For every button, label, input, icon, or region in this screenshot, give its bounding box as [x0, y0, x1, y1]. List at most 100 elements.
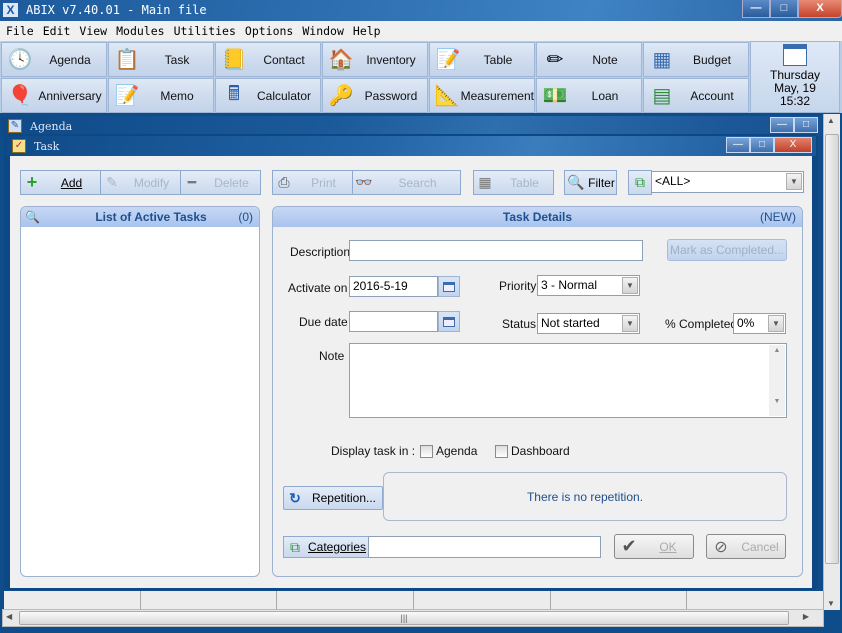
percent-completed-label: % Completed	[665, 317, 738, 331]
filter-magnifier-icon: 🔍	[567, 174, 585, 190]
close-button[interactable]: X	[798, 0, 842, 18]
category-filter-select[interactable]: <ALL> ▼	[651, 171, 804, 193]
module-measurement[interactable]: 📐 Measurement	[429, 78, 535, 113]
scroll-down-arrow-icon[interactable]: ▼	[827, 599, 835, 608]
module-agenda[interactable]: 🕓 Agenda	[1, 42, 107, 77]
chevron-down-icon[interactable]: ▼	[786, 173, 802, 190]
app-icon: X	[3, 3, 18, 17]
status-select[interactable]: Not started ▼	[537, 313, 640, 334]
scroll-left-arrow-icon[interactable]: ◀	[6, 612, 12, 621]
scroll-right-arrow-icon[interactable]: ▶	[803, 612, 809, 621]
task-minimize-button[interactable]: —	[726, 137, 750, 153]
ruler-pencil-icon: 📐	[434, 85, 460, 107]
table-grid-icon: ▦	[478, 174, 492, 190]
percent-completed-select[interactable]: 0% ▼	[733, 313, 786, 334]
menu-window[interactable]: Window	[302, 24, 344, 38]
calendar-icon	[443, 316, 455, 327]
menu-modules[interactable]: Modules	[116, 24, 164, 38]
module-budget[interactable]: ▦ Budget	[643, 42, 749, 77]
add-button[interactable]: + Add	[20, 170, 101, 195]
task-window-titlebar[interactable]: ✓ Task — □ X	[6, 136, 816, 156]
module-note[interactable]: ✏ Note	[536, 42, 642, 77]
module-memo[interactable]: 📝 Memo	[108, 78, 214, 113]
calculator-icon: 🖩	[228, 82, 240, 105]
note-scrollbar[interactable]: ▲ ▼	[769, 345, 785, 416]
modify-button[interactable]: ✎ Modify	[100, 170, 181, 195]
task-close-button[interactable]: X	[774, 137, 812, 153]
date-time: 15:32	[779, 94, 811, 108]
module-anniversary[interactable]: 🎈 Anniversary	[1, 78, 107, 113]
module-table[interactable]: 📝 Table	[429, 42, 535, 77]
module-password[interactable]: 🔑 Password	[322, 78, 428, 113]
menu-help[interactable]: Help	[353, 24, 381, 38]
due-date-picker-button[interactable]	[438, 311, 460, 332]
priority-label: Priority	[499, 279, 537, 293]
menu-edit[interactable]: Edit	[43, 24, 71, 38]
scroll-down-arrow-icon[interactable]: ▼	[769, 398, 785, 405]
category-tree-icon: ⧉	[635, 174, 645, 190]
repetition-summary: There is no repetition.	[383, 472, 787, 521]
agenda-minimize-button[interactable]: —	[770, 117, 794, 133]
menu-file[interactable]: File	[6, 24, 34, 38]
agenda-window-titlebar[interactable]: ✎ Agenda — □	[2, 116, 822, 136]
note-textarea[interactable]	[349, 343, 787, 418]
horizontal-scrollbar[interactable]: ◀ ||| ▶	[2, 609, 824, 627]
password-key-icon: 🔑	[328, 85, 354, 107]
task-list[interactable]	[21, 227, 259, 576]
house-icon: 🏠	[328, 49, 354, 71]
description-input[interactable]	[349, 240, 643, 261]
filter-button[interactable]: 🔍 Filter	[564, 170, 617, 195]
repetition-button[interactable]: ↻ Repetition...	[283, 486, 383, 510]
delete-button[interactable]: ━ Delete	[180, 170, 261, 195]
horizontal-scroll-thumb[interactable]: |||	[19, 611, 789, 625]
vertical-scroll-thumb[interactable]	[825, 134, 839, 564]
mark-completed-button[interactable]: Mark as Completed...	[667, 239, 787, 261]
checkmark-icon: ✔	[621, 536, 637, 556]
module-calculator[interactable]: 🖩 Calculator	[215, 78, 321, 113]
display-agenda-checkbox[interactable]	[420, 445, 433, 458]
print-button[interactable]: ⎙ Print	[272, 170, 353, 195]
menu-view[interactable]: View	[79, 24, 107, 38]
module-toolbar: 🕓 Agenda 📋 Task 📒 Contact 🏠 Inventory 📝 Table…	[0, 41, 842, 113]
clipboard-check-icon: 📋	[114, 49, 140, 71]
category-tree-icon-button[interactable]: ⧉	[628, 170, 652, 195]
due-date-input[interactable]	[349, 311, 438, 332]
search-button[interactable]: 👓 Search	[352, 170, 461, 195]
chevron-down-icon[interactable]: ▼	[622, 315, 638, 332]
repeat-arrow-icon: ↻	[289, 489, 301, 506]
module-account[interactable]: ▤ Account	[643, 78, 749, 113]
module-loan[interactable]: 💵 Loan	[536, 78, 642, 113]
module-task[interactable]: 📋 Task	[108, 42, 214, 77]
account-ledger-icon: ▤	[652, 85, 672, 107]
priority-select[interactable]: 3 - Normal ▼	[537, 275, 640, 296]
active-tasks-panel: 🔍 List of Active Tasks (0)	[20, 206, 260, 577]
task-details-panel: Task Details (NEW) Description Mark as C…	[272, 206, 803, 577]
menu-options[interactable]: Options	[245, 24, 293, 38]
active-tasks-header: 🔍 List of Active Tasks (0)	[21, 207, 259, 227]
table-view-button[interactable]: ▦ Table	[473, 170, 554, 195]
date-time-display[interactable]: Thursday May, 19 15:32	[750, 41, 840, 113]
maximize-button[interactable]: □	[770, 0, 798, 18]
task-details-header: Task Details (NEW)	[273, 207, 802, 227]
activate-date-picker-button[interactable]	[438, 276, 460, 297]
cancel-button[interactable]: ⊘ Cancel	[706, 534, 786, 559]
chevron-down-icon[interactable]: ▼	[768, 315, 784, 332]
chevron-down-icon[interactable]: ▼	[622, 277, 638, 294]
task-maximize-button[interactable]: □	[750, 137, 774, 153]
activate-date-input[interactable]: 2016-5-19	[349, 276, 438, 297]
scroll-up-arrow-icon[interactable]: ▲	[827, 116, 835, 125]
minimize-button[interactable]: —	[742, 0, 770, 18]
vertical-scrollbar[interactable]: ▲ ▼	[823, 114, 840, 610]
ok-button[interactable]: ✔ OK	[614, 534, 694, 559]
agenda-maximize-button[interactable]: □	[794, 117, 818, 133]
scroll-up-arrow-icon[interactable]: ▲	[769, 347, 785, 354]
display-dashboard-checkbox[interactable]	[495, 445, 508, 458]
table-pencil-icon: 📝	[435, 49, 461, 71]
categories-field[interactable]	[368, 536, 601, 558]
window-title: ABIX v7.40.01 - Main file	[26, 3, 207, 17]
module-inventory[interactable]: 🏠 Inventory	[322, 42, 428, 77]
categories-button[interactable]: ⧉ Categories	[283, 536, 369, 558]
list-magnifier-icon: 🔍	[25, 210, 40, 224]
module-contact[interactable]: 📒 Contact	[215, 42, 321, 77]
menu-utilities[interactable]: Utilities	[174, 24, 236, 38]
